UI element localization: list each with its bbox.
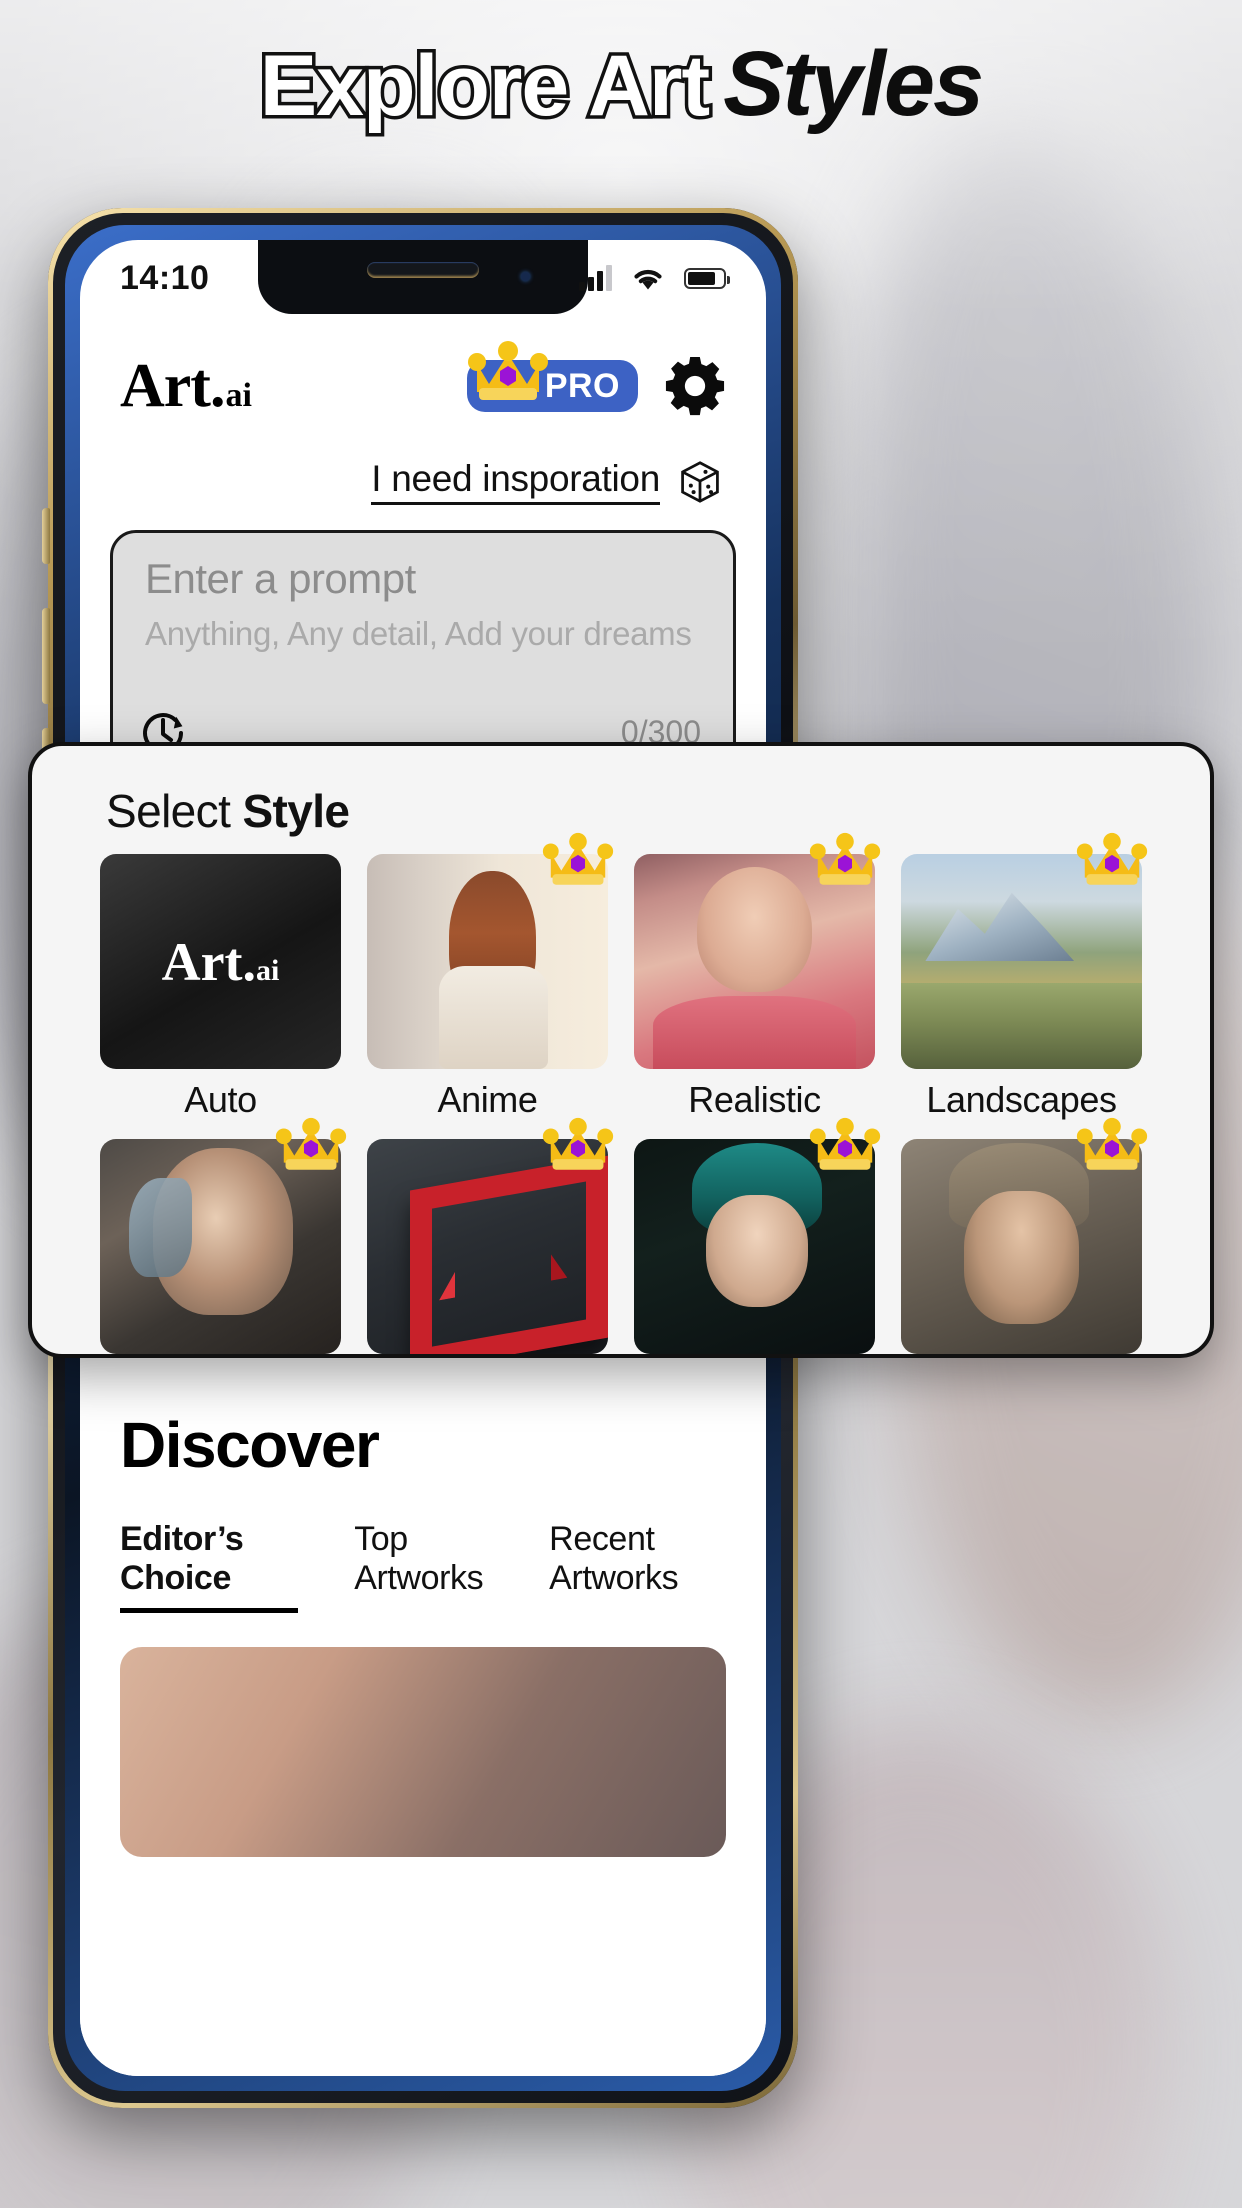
style-grid: Art.ai Auto Anime Realistic Landscapes [64,832,1178,1354]
style-card-auto[interactable]: Art.ai Auto [100,854,341,1121]
tab-recent-artworks[interactable]: Recent Artworks [549,1520,726,1608]
phone-volume-up-button [42,608,50,704]
headline-plain: Explore Art [256,38,713,134]
crown-icon [1076,832,1148,885]
crown-icon [542,832,614,885]
pro-upgrade-button[interactable]: PRO [466,341,638,412]
status-bar: 14:10 [80,240,766,316]
thumb-logo-dot: . [242,931,257,992]
style-card-landscapes[interactable]: Landscapes [901,832,1148,1121]
discover-tabs: Editor’s Choice Top Artworks Recent Artw… [120,1520,726,1613]
discover-artwork-card[interactable] [120,1647,726,1857]
thumb-logo-main: Art [161,931,243,992]
battery-icon [684,267,730,289]
app-header: Art.ai PRO [80,326,766,446]
style-label-realistic: Realistic [688,1079,821,1120]
crown-icon [467,341,548,400]
tab-top-artworks[interactable]: Top Artworks [354,1520,493,1608]
discover-heading: Discover [120,1409,380,1481]
style-label-landscapes: Landscapes [926,1079,1117,1120]
auto-logo-thumb: Art.ai [100,854,341,1069]
style-label-auto: Auto [184,1079,257,1120]
prompt-input[interactable]: Enter a prompt Anything, Any detail, Add… [110,530,736,778]
prompt-placeholder-subtitle: Anything, Any detail, Add your dreams [145,615,692,652]
sheet-title-bold: Style [242,785,350,837]
select-style-sheet: Select Style Art.ai Auto Anime Realistic… [28,742,1214,1358]
style-card-fantasy[interactable]: Fantasy [634,1117,881,1354]
crown-icon [809,832,881,885]
status-clock: 14:10 [120,258,210,297]
style-card-3d-render[interactable]: 3D Render [367,1117,614,1354]
logo-suffix-text: ai [225,377,252,414]
inspiration-row[interactable]: I need insporation [371,458,722,505]
style-card-realistic[interactable]: Realistic [634,832,881,1121]
gear-icon[interactable] [664,355,726,417]
style-label-anime: Anime [437,1079,538,1120]
crown-icon [1076,1117,1148,1170]
discover-section: Discover Editor’s Choice Top Artworks Re… [80,1370,766,2076]
logo-dot: . [209,352,226,420]
sheet-title: Select Style [106,784,1178,838]
inspiration-link[interactable]: I need insporation [371,458,660,505]
status-indicators [579,265,730,291]
cellular-signal-icon [579,265,612,291]
crown-icon [809,1117,881,1170]
phone-mute-switch [42,508,50,564]
sheet-title-plain: Select [106,785,243,837]
app-logo: Art.ai [120,355,252,417]
promo-headline: Explore Art Styles [0,38,1242,133]
crown-icon [275,1117,347,1170]
headline-emphasis: Styles [723,33,984,135]
crown-icon [542,1117,614,1170]
pro-label: PRO [544,366,620,405]
style-card-oil-painting[interactable]: Oil painting [901,1117,1148,1354]
header-actions: PRO [466,341,726,417]
prompt-placeholder-title: Enter a prompt [145,555,416,602]
style-card-cyberpunk[interactable]: Cyberpunk [100,1117,347,1354]
wifi-icon [634,269,662,290]
logo-main-text: Art [120,352,211,420]
thumb-logo-suffix: ai [256,953,280,987]
style-card-anime[interactable]: Anime [367,832,614,1121]
tab-editors-choice[interactable]: Editor’s Choice [120,1520,299,1613]
dice-cube-icon[interactable] [678,460,722,504]
